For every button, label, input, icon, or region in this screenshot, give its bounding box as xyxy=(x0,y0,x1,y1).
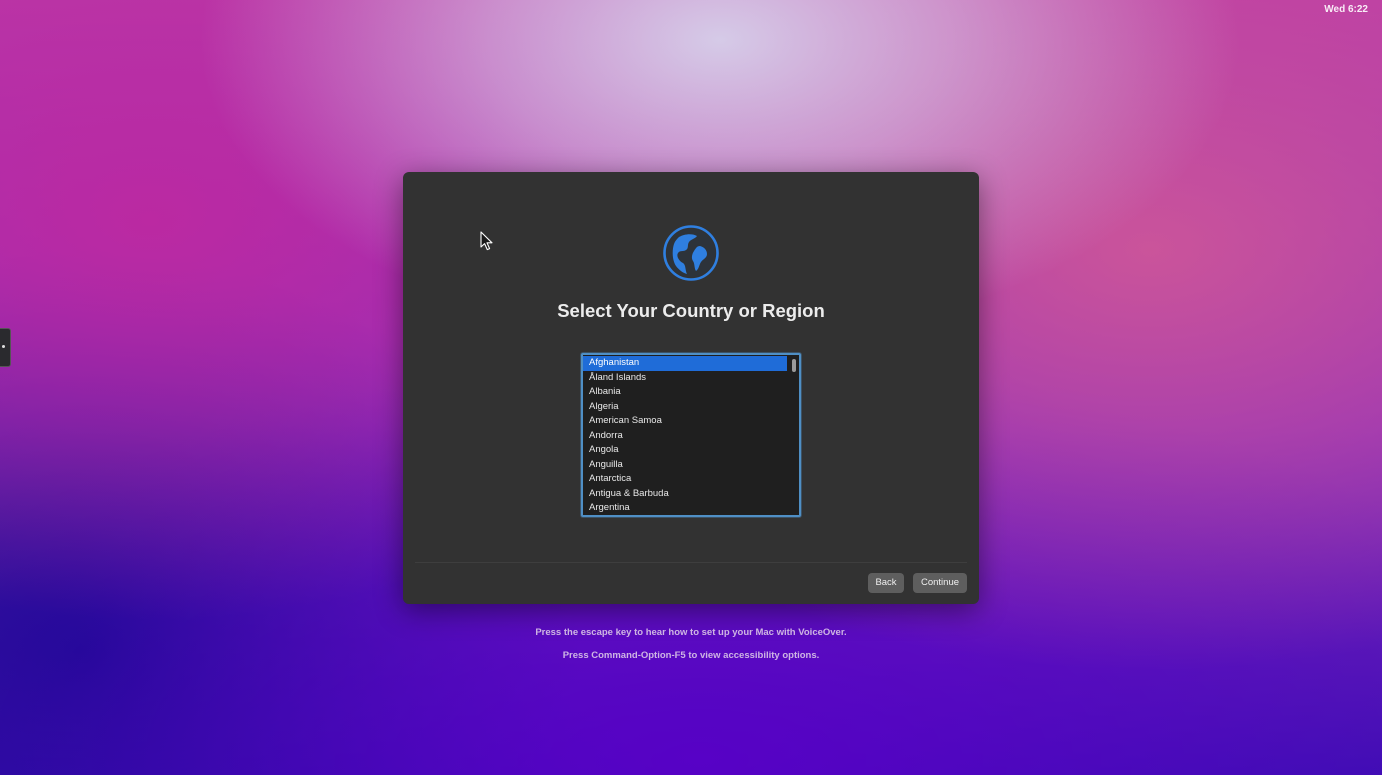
country-option[interactable]: Åland Islands xyxy=(583,371,787,386)
country-option[interactable]: Algeria xyxy=(583,400,787,415)
country-option[interactable]: Afghanistan xyxy=(583,356,787,371)
country-option[interactable]: American Samoa xyxy=(583,414,787,429)
voiceover-hint: Press the escape key to hear how to set … xyxy=(535,627,847,638)
mouse-pointer-icon xyxy=(480,231,493,251)
side-handle[interactable] xyxy=(0,328,11,367)
country-option[interactable]: Anguilla xyxy=(583,458,787,473)
country-option[interactable]: Albania xyxy=(583,385,787,400)
handle-dot-icon xyxy=(2,345,5,348)
globe-icon xyxy=(663,225,719,281)
country-option[interactable]: Antigua & Barbuda xyxy=(583,487,787,502)
accessibility-hint: Press Command-Option-F5 to view accessib… xyxy=(562,650,820,661)
page-title: Select Your Country or Region xyxy=(557,300,825,321)
list-scrollbar[interactable] xyxy=(791,357,797,513)
country-list[interactable]: Afghanistan Åland Islands Albania Algeria Am… xyxy=(581,353,801,517)
scrollbar-thumb[interactable] xyxy=(792,359,796,372)
country-option[interactable]: Andorra xyxy=(583,429,787,444)
footer-divider xyxy=(415,562,967,563)
menubar-clock: Wed 6:22 xyxy=(1324,4,1368,15)
country-option[interactable]: Argentina xyxy=(583,501,787,515)
back-button[interactable]: Back xyxy=(868,573,904,593)
country-option[interactable]: Antarctica xyxy=(583,472,787,487)
continue-button[interactable]: Continue xyxy=(913,573,967,593)
country-option[interactable]: Angola xyxy=(583,443,787,458)
